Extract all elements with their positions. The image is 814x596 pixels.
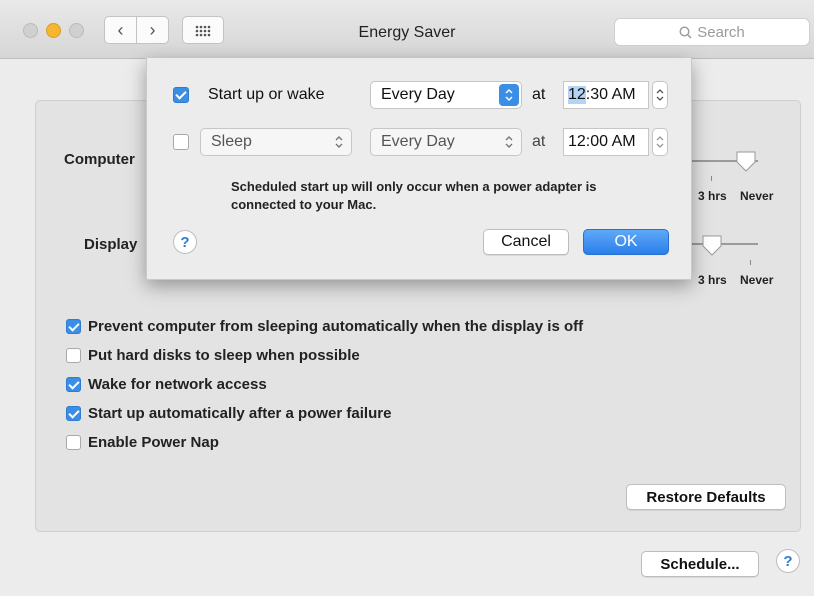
display-slider-knob[interactable] (701, 234, 723, 256)
sleep-time-stepper[interactable] (652, 128, 668, 156)
at-label: at (532, 133, 546, 150)
time-rest-segment[interactable]: :30 AM (586, 86, 636, 104)
display-slider-3hrs-label: 3 hrs (698, 273, 727, 287)
startup-row: Start up or wake (173, 81, 325, 109)
schedule-sheet: Start up or wake Every Day at 12:30 AM S… (146, 58, 692, 280)
option-label: Enable Power Nap (88, 433, 219, 451)
display-slider-never-label: Never (740, 273, 774, 287)
option-hard-disks-sleep[interactable]: Put hard disks to sleep when possible (66, 345, 360, 365)
schedule-button[interactable]: Schedule... (641, 551, 759, 577)
slider-tick (711, 176, 712, 181)
popup-value: Sleep (211, 133, 252, 150)
display-sleep-label: Display (84, 236, 138, 253)
help-button[interactable]: ? (776, 549, 800, 573)
startup-time-stepper[interactable] (652, 81, 668, 109)
slider-tick (750, 260, 751, 265)
popup-value: Every Day (381, 133, 455, 150)
chevron-updown-icon (499, 131, 519, 153)
computer-slider-never-label: Never (740, 189, 774, 203)
sleep-time-field[interactable]: 12:00 AM (563, 128, 649, 156)
option-label: Wake for network access (88, 375, 267, 393)
chevron-updown-icon (329, 131, 349, 153)
search-icon (679, 25, 692, 39)
startup-checkbox[interactable] (173, 87, 189, 103)
startup-time-field[interactable]: 12:30 AM (563, 81, 649, 109)
search-input[interactable]: Search (614, 18, 810, 46)
popup-value: Every Day (381, 86, 455, 103)
computer-slider-3hrs-label: 3 hrs (698, 189, 727, 203)
option-label: Start up automatically after a power fai… (88, 404, 392, 422)
power-adapter-note: Scheduled start up will only occur when … (231, 179, 597, 212)
option-label: Prevent computer from sleeping automatic… (88, 317, 584, 335)
title-bar: ‹ › Energy Saver Search (0, 0, 814, 59)
option-power-nap[interactable]: Enable Power Nap (66, 432, 219, 452)
startup-frequency-popup[interactable]: Every Day (370, 81, 522, 109)
startup-label: Start up or wake (208, 86, 325, 103)
checkbox[interactable] (66, 347, 81, 363)
cancel-button[interactable]: Cancel (483, 229, 569, 255)
option-label: Put hard disks to sleep when possible (88, 346, 360, 364)
restore-defaults-button[interactable]: Restore Defaults (626, 484, 786, 510)
sleep-action-popup[interactable]: Sleep (200, 128, 352, 156)
checkbox[interactable] (66, 405, 81, 421)
sheet-help-button[interactable]: ? (173, 230, 197, 254)
option-startup-power-failure[interactable]: Start up automatically after a power fai… (66, 403, 391, 423)
search-placeholder: Search (697, 23, 745, 41)
option-wake-network[interactable]: Wake for network access (66, 374, 267, 394)
checkbox[interactable] (66, 318, 81, 334)
stepper-arrows-icon (656, 89, 664, 101)
sleep-checkbox[interactable] (173, 134, 189, 150)
at-label: at (532, 86, 546, 103)
time-value[interactable]: 12:00 AM (568, 133, 636, 151)
option-prevent-sleep[interactable]: Prevent computer from sleeping automatic… (66, 316, 583, 336)
time-hour-segment[interactable]: 12 (568, 86, 586, 104)
computer-slider-knob[interactable] (735, 150, 757, 172)
sleep-frequency-popup[interactable]: Every Day (370, 128, 522, 156)
checkbox[interactable] (66, 434, 81, 450)
checkbox[interactable] (66, 376, 81, 392)
computer-sleep-label: Computer (64, 151, 135, 168)
stepper-arrows-icon (656, 136, 664, 148)
chevron-updown-icon (499, 84, 519, 106)
sleep-row (173, 128, 196, 156)
ok-button[interactable]: OK (583, 229, 669, 255)
